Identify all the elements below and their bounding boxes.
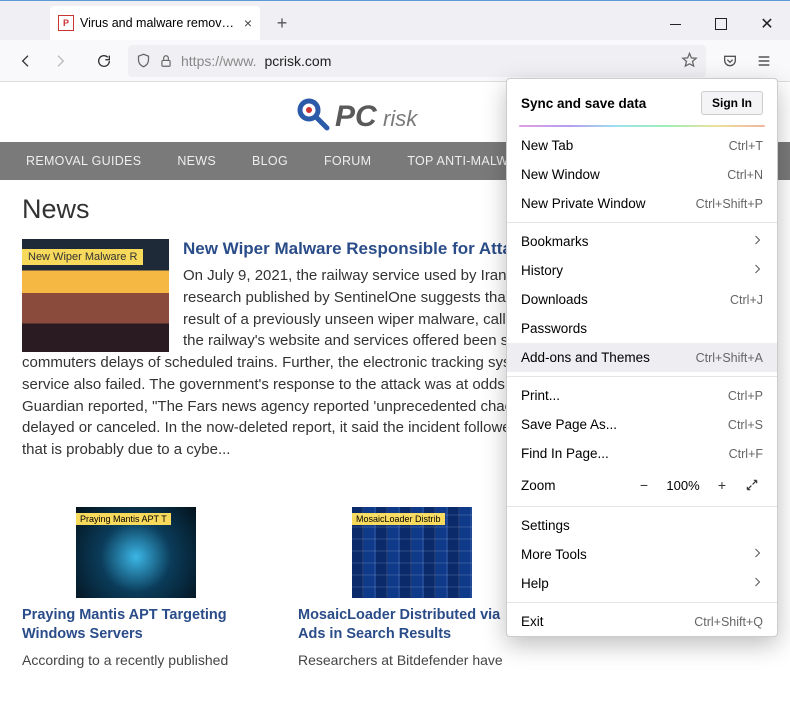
favicon-icon: P xyxy=(58,15,74,31)
menu-bookmarks[interactable]: Bookmarks xyxy=(507,227,777,256)
browser-tab[interactable]: P Virus and malware removal inst × xyxy=(50,6,260,40)
lock-icon xyxy=(159,54,173,68)
article-thumbnail[interactable]: New Wiper Malware R xyxy=(22,239,169,352)
thumbnail-caption: Praying Mantis APT T xyxy=(76,513,171,525)
toolbar: https://www. pcrisk.com xyxy=(0,40,790,82)
nav-item[interactable]: NEWS xyxy=(177,154,216,168)
thumbnail-caption: New Wiper Malware R xyxy=(22,249,143,265)
menu-divider-gradient xyxy=(519,125,765,127)
menu-addons-themes[interactable]: Add-ons and ThemesCtrl+Shift+A xyxy=(507,343,777,372)
card-thumbnail[interactable]: MosaicLoader Distrib xyxy=(352,507,472,598)
chevron-right-icon xyxy=(751,234,763,249)
minimize-button[interactable] xyxy=(652,8,698,40)
menu-passwords[interactable]: Passwords xyxy=(507,314,777,343)
menu-find-in-page[interactable]: Find In Page...Ctrl+F xyxy=(507,439,777,468)
svg-text:PC: PC xyxy=(335,100,378,133)
menu-zoom-row: Zoom − 100% + xyxy=(507,468,777,502)
menu-help[interactable]: Help xyxy=(507,569,777,598)
zoom-label: Zoom xyxy=(521,478,625,493)
tab-title: Virus and malware removal inst xyxy=(80,16,238,30)
zoom-out-button[interactable]: − xyxy=(633,474,655,496)
nav-item[interactable]: REMOVAL GUIDES xyxy=(26,154,141,168)
url-scheme: https://www. xyxy=(181,53,256,69)
menu-print[interactable]: Print...Ctrl+P xyxy=(507,381,777,410)
back-button[interactable] xyxy=(10,45,42,77)
forward-button[interactable] xyxy=(44,45,76,77)
article-card: Praying Mantis APT T Praying Mantis APT … xyxy=(22,507,250,671)
chevron-right-icon xyxy=(751,263,763,278)
menu-header: Sync and save data xyxy=(521,96,646,111)
menu-downloads[interactable]: DownloadsCtrl+J xyxy=(507,285,777,314)
menu-separator xyxy=(507,602,777,603)
zoom-value: 100% xyxy=(663,478,703,493)
menu-new-window[interactable]: New WindowCtrl+N xyxy=(507,160,777,189)
article-card: MosaicLoader Distrib MosaicLoader Distri… xyxy=(298,507,526,671)
nav-item[interactable]: BLOG xyxy=(252,154,288,168)
menu-settings[interactable]: Settings xyxy=(507,511,777,540)
close-window-button[interactable]: ✕ xyxy=(744,8,790,40)
chevron-right-icon xyxy=(751,547,763,562)
shield-icon xyxy=(136,53,151,68)
svg-text:risk: risk xyxy=(383,106,418,131)
card-thumbnail[interactable]: Praying Mantis APT T xyxy=(76,507,196,598)
card-body: According to a recently published xyxy=(22,651,250,671)
menu-separator xyxy=(507,376,777,377)
pocket-button[interactable] xyxy=(714,45,746,77)
menu-new-tab[interactable]: New TabCtrl+T xyxy=(507,131,777,160)
nav-item[interactable]: FORUM xyxy=(324,154,371,168)
menu-history[interactable]: History xyxy=(507,256,777,285)
thumbnail-caption: MosaicLoader Distrib xyxy=(352,513,445,525)
card-title[interactable]: Praying Mantis APT Targeting Windows Ser… xyxy=(22,606,250,645)
maximize-button[interactable] xyxy=(698,8,744,40)
close-tab-icon[interactable]: × xyxy=(244,15,252,31)
url-bar[interactable]: https://www. pcrisk.com xyxy=(128,45,706,77)
new-tab-button[interactable]: + xyxy=(268,9,296,37)
zoom-in-button[interactable]: + xyxy=(711,474,733,496)
menu-separator xyxy=(507,506,777,507)
reload-button[interactable] xyxy=(88,45,120,77)
app-menu-button[interactable] xyxy=(748,45,780,77)
menu-new-private-window[interactable]: New Private WindowCtrl+Shift+P xyxy=(507,189,777,218)
menu-more-tools[interactable]: More Tools xyxy=(507,540,777,569)
sign-in-button[interactable]: Sign In xyxy=(701,91,763,115)
card-title[interactable]: MosaicLoader Distributed via Ads in Sear… xyxy=(298,606,526,645)
menu-separator xyxy=(507,222,777,223)
menu-exit[interactable]: ExitCtrl+Shift+Q xyxy=(507,607,777,636)
bookmark-star-icon[interactable] xyxy=(681,52,698,69)
menu-save-page[interactable]: Save Page As...Ctrl+S xyxy=(507,410,777,439)
window-controls: ✕ xyxy=(652,8,790,40)
app-menu: Sync and save data Sign In New TabCtrl+T… xyxy=(506,78,778,637)
title-bar: P Virus and malware removal inst × + ✕ xyxy=(0,0,790,40)
url-host: pcrisk.com xyxy=(264,53,331,69)
chevron-right-icon xyxy=(751,576,763,591)
card-body: Researchers at Bitdefender have xyxy=(298,651,526,671)
fullscreen-button[interactable] xyxy=(741,474,763,496)
